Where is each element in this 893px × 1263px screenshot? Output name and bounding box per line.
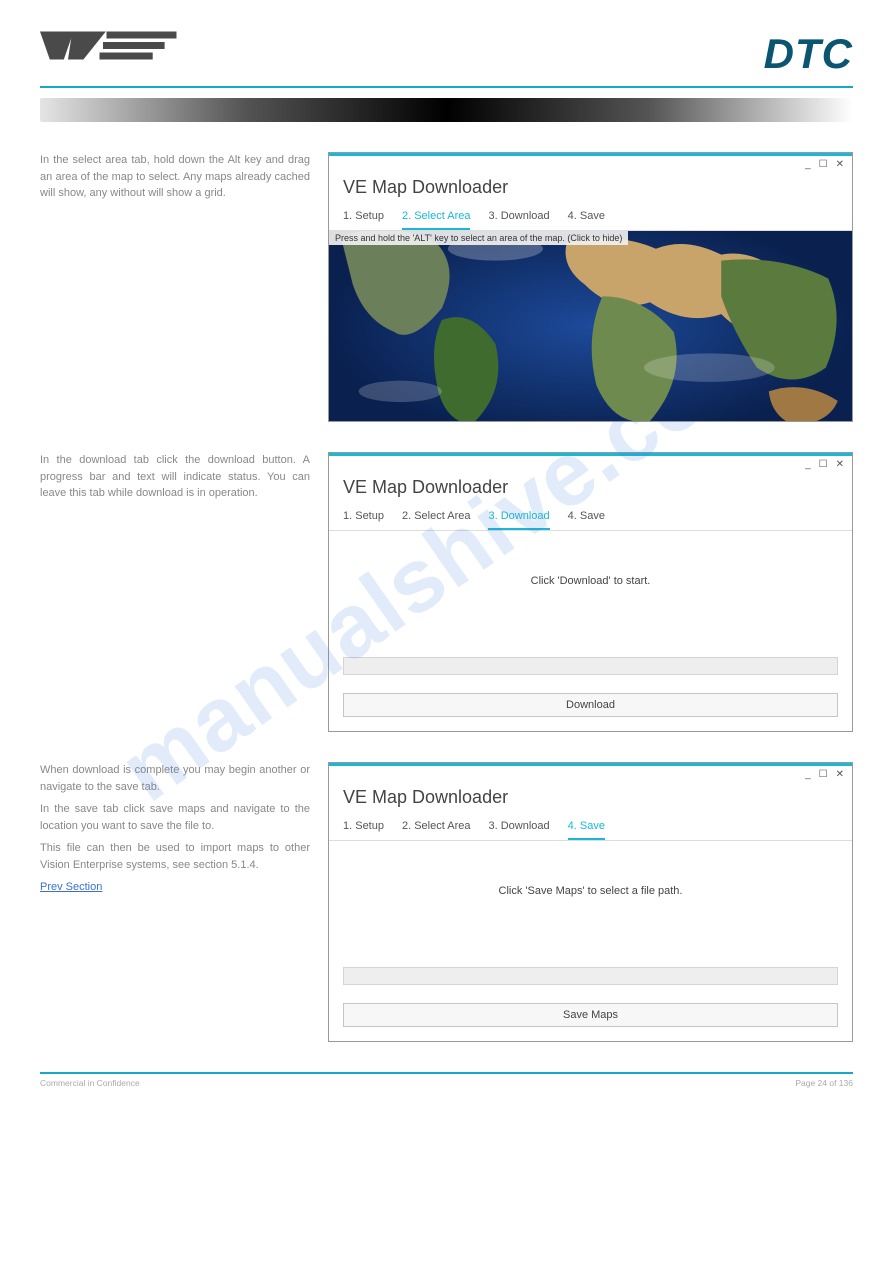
tab-setup[interactable]: 1. Setup	[343, 816, 384, 840]
world-map-svg	[329, 231, 852, 421]
section-select-area: In the select area tab, hold down the Al…	[40, 152, 853, 422]
progress-bar	[343, 657, 838, 675]
app-tabs: 1. Setup 2. Select Area 3. Download 4. S…	[329, 506, 852, 531]
download-button[interactable]: Download	[343, 693, 838, 717]
app-tabs: 1. Setup 2. Select Area 3. Download 4. S…	[329, 206, 852, 231]
map-hint[interactable]: Press and hold the 'ALT' key to select a…	[329, 231, 628, 245]
pane-message: Click 'Save Maps' to select a file path.	[343, 885, 838, 897]
world-map[interactable]: Press and hold the 'ALT' key to select a…	[329, 231, 852, 421]
app-title: VE Map Downloader	[329, 780, 852, 816]
dtc-logo: DTC	[764, 33, 853, 75]
minimize-icon[interactable]: _	[805, 769, 811, 780]
tab-save[interactable]: 4. Save	[568, 816, 605, 840]
header-rule	[40, 86, 853, 88]
close-icon[interactable]: ✕	[836, 159, 844, 170]
maximize-icon[interactable]: ☐	[819, 769, 828, 780]
section-text: In the select area tab, hold down the Al…	[40, 152, 310, 202]
app-window-select-area: _ ☐ ✕ VE Map Downloader 1. Setup 2. Sele…	[328, 152, 853, 422]
maximize-icon[interactable]: ☐	[819, 459, 828, 470]
tab-save[interactable]: 4. Save	[568, 206, 605, 230]
tab-select-area[interactable]: 2. Select Area	[402, 816, 471, 840]
tab-setup[interactable]: 1. Setup	[343, 206, 384, 230]
minimize-icon[interactable]: _	[805, 459, 811, 470]
page-footer: Commercial in Confidence Page 24 of 136	[40, 1078, 853, 1088]
app-title: VE Map Downloader	[329, 470, 852, 506]
footer-right: Page 24 of 136	[795, 1078, 853, 1088]
section-text: When download is complete you may begin …	[40, 762, 310, 795]
header-gradient-band	[40, 98, 853, 122]
tab-setup[interactable]: 1. Setup	[343, 506, 384, 530]
prev-section-link[interactable]: Prev Section	[40, 881, 102, 893]
maximize-icon[interactable]: ☐	[819, 159, 828, 170]
progress-bar	[343, 967, 838, 985]
footer-left: Commercial in Confidence	[40, 1078, 140, 1088]
tab-download[interactable]: 3. Download	[488, 816, 549, 840]
section-save: When download is complete you may begin …	[40, 762, 853, 1042]
section-text: In the download tab click the download b…	[40, 452, 310, 502]
footer-rule	[40, 1072, 853, 1074]
section-text: This file can then be used to import map…	[40, 840, 310, 873]
tab-download[interactable]: 3. Download	[488, 206, 549, 230]
close-icon[interactable]: ✕	[836, 769, 844, 780]
tab-download[interactable]: 3. Download	[488, 506, 549, 530]
minimize-icon[interactable]: _	[805, 159, 811, 170]
save-maps-button[interactable]: Save Maps	[343, 1003, 838, 1027]
app-title: VE Map Downloader	[329, 170, 852, 206]
section-text: In the save tab click save maps and navi…	[40, 801, 310, 834]
app-window-download: _ ☐ ✕ VE Map Downloader 1. Setup 2. Sele…	[328, 452, 853, 732]
app-tabs: 1. Setup 2. Select Area 3. Download 4. S…	[329, 816, 852, 841]
ve-logo	[40, 30, 180, 78]
tab-save[interactable]: 4. Save	[568, 506, 605, 530]
tab-select-area[interactable]: 2. Select Area	[402, 506, 471, 530]
app-window-save: _ ☐ ✕ VE Map Downloader 1. Setup 2. Sele…	[328, 762, 853, 1042]
page-header: DTC	[40, 0, 853, 86]
section-download: In the download tab click the download b…	[40, 452, 853, 732]
tab-select-area[interactable]: 2. Select Area	[402, 206, 471, 230]
close-icon[interactable]: ✕	[836, 459, 844, 470]
pane-message: Click 'Download' to start.	[343, 575, 838, 587]
ve-logo-icon	[40, 30, 180, 75]
